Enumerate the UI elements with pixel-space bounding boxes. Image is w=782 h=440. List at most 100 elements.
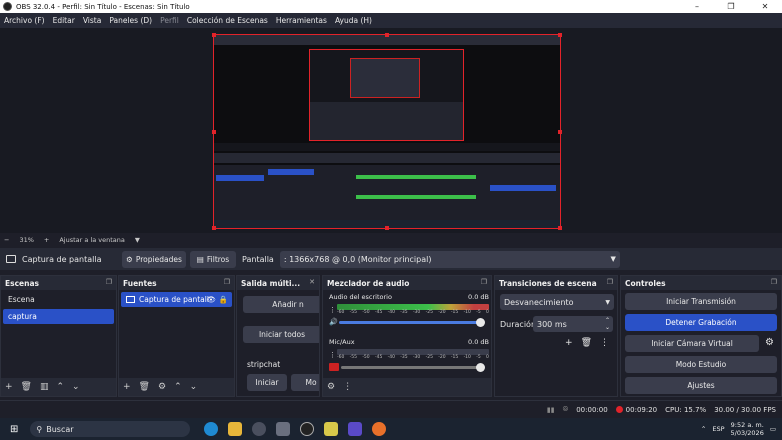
preview-canvas[interactable] [212,33,562,230]
menu-vista[interactable]: Vista [83,16,102,25]
menu-editar[interactable]: Editar [53,16,75,25]
kebab-icon[interactable]: ⋮ [343,382,352,392]
firefox-icon[interactable] [372,422,387,436]
arrow-down-icon[interactable]: ⌄ [190,382,198,392]
filter-icon[interactable]: ▥ [40,382,49,392]
link-icon[interactable]: ⚙ [327,382,335,392]
properties-button[interactable]: ⚙ Propiedades [122,250,186,268]
meter-tick-label: -50 [362,355,370,360]
notification-icon[interactable]: ▭ [770,425,776,433]
add-icon[interactable]: + [565,338,573,348]
slider-knob[interactable] [476,317,486,327]
dock-undock-icon[interactable]: ❐ [771,278,777,286]
trash-icon[interactable]: 🗑 [21,382,32,392]
speaker-icon[interactable]: 🔊 [329,318,339,326]
zoom-out-button[interactable]: − [4,236,9,244]
menu-coleccion[interactable]: Colección de Escenas [187,16,268,25]
scene-item-escena[interactable]: Escena [3,292,114,307]
virtual-camera-button[interactable]: Iniciar Cámara Virtual [625,335,759,352]
meter-tick-label: -15 [450,355,459,360]
dock-undock-icon[interactable]: ❐ [224,278,230,286]
stop-recording-button[interactable]: Detener Grabación [625,314,777,331]
meter-tick-label: -20 [438,310,446,315]
start-all-button[interactable]: Iniciar todos [243,326,319,343]
controls-dock: Controles ❐ Iniciar Transmisión Detener G… [620,275,782,397]
captured-docks [214,165,560,220]
trash-icon[interactable]: 🗑 [581,338,592,348]
menu-perfil[interactable]: Perfil [160,16,179,25]
taskbar-search[interactable]: ⚲ Buscar [30,421,191,437]
chevron-down-icon: ▼ [605,298,610,306]
app-icon-2[interactable] [348,422,363,436]
monitor-icon [6,255,16,263]
add-icon[interactable]: + [5,382,13,392]
scene-item-captura[interactable]: captura [3,309,114,324]
more-button[interactable]: Mo [291,374,319,391]
record-icon [615,406,623,413]
kebab-icon[interactable]: ⋮ [329,306,337,314]
close-button[interactable]: ✕ [748,0,782,13]
source-item[interactable]: Captura de pantall 👁 🔒 [121,292,232,307]
gear-icon[interactable]: ⚙ [765,337,774,348]
zoom-in-button[interactable]: + [44,236,49,244]
volume-slider[interactable] [341,362,486,372]
add-icon[interactable]: + [123,382,131,392]
menu-paneles[interactable]: Paneles (D) [109,16,152,25]
slider-knob[interactable] [476,362,486,372]
filters-button[interactable]: ▤ Filtros [190,250,236,268]
chat-icon[interactable] [252,422,267,436]
channel-name: Mic/Aux [329,338,355,346]
zoom-fit-label[interactable]: Ajustar a la ventana [59,236,125,244]
keyboard-lang[interactable]: ESP [712,425,724,433]
dock-undock-icon[interactable]: ❐ [607,278,613,286]
stream-target-name: stripchat [247,360,281,369]
meter-tick-label: -10 [463,310,471,315]
folder-icon[interactable] [228,422,243,436]
mic-muted-icon[interactable] [329,363,339,371]
spin-icon[interactable]: ⌃ ⌄ [605,317,610,331]
settings-button[interactable]: Ajustes [625,377,777,394]
obs-logo-icon [3,2,12,11]
start-stream-button[interactable]: Iniciar Transmisión [625,293,777,310]
transitions-title: Transiciones de escena [499,278,597,288]
dock-undock-icon[interactable]: ❐ [106,278,112,286]
trash-icon[interactable]: 🗑 [139,382,150,392]
arrow-up-icon[interactable]: ⌃ [174,382,182,392]
arrow-up-icon[interactable]: ⌃ [57,382,65,392]
minimize-button[interactable]: – [680,0,714,13]
chevron-down-icon: ▼ [610,255,616,263]
app-icon[interactable] [276,422,291,436]
eye-icon[interactable]: 👁 [206,295,216,304]
zoom-dropdown-icon[interactable]: ▼ [135,236,140,244]
multi-output-dock: Salida múlti... ✕ Añadir n Iniciar todos … [236,275,320,397]
channel-name: Audio del escritorio [329,293,392,301]
dock-undock-icon[interactable]: ❐ [481,278,487,286]
gear-icon[interactable]: ⚙ [158,382,166,392]
edge-icon[interactable] [204,422,219,436]
close-icon[interactable]: ✕ [309,278,315,286]
sources-title: Fuentes [123,278,157,288]
lock-icon[interactable]: 🔒 [219,295,228,304]
transition-select[interactable]: Desvanecimiento ▼ [500,294,614,310]
chevron-up-icon[interactable]: ⌃ [701,425,706,433]
studio-mode-button[interactable]: Modo Estudio [625,356,777,373]
menu-archivo[interactable]: Archivo (F) [4,16,45,25]
windows-start-icon[interactable]: ⊞ [10,424,18,435]
arrow-down-icon[interactable]: ⌄ [72,382,80,392]
maximize-button[interactable]: ❐ [714,0,748,13]
display-select[interactable]: : 1366x768 @ 0,0 (Monitor principal) ▼ [279,250,620,268]
duration-input[interactable]: 300 ms ⌃ ⌄ [533,316,613,332]
stream-time: 00:00:00 [576,405,608,414]
notes-icon[interactable] [324,422,339,436]
zoom-value: 31% [19,236,34,244]
start-button[interactable]: Iniciar [247,374,287,391]
obs-taskbar-icon[interactable] [300,422,315,436]
audio-mixer-dock: Mezclador de audio ❐ Audio del escritorio… [322,275,492,397]
volume-slider[interactable] [339,317,486,327]
menu-ayuda[interactable]: Ayuda (H) [335,16,372,25]
add-output-button[interactable]: Añadir n [243,296,319,313]
menu-herramientas[interactable]: Herramientas [276,16,327,25]
kebab-icon[interactable]: ⋮ [329,351,337,359]
kebab-icon[interactable]: ⋮ [600,338,609,348]
search-icon: ⚲ [36,424,43,434]
